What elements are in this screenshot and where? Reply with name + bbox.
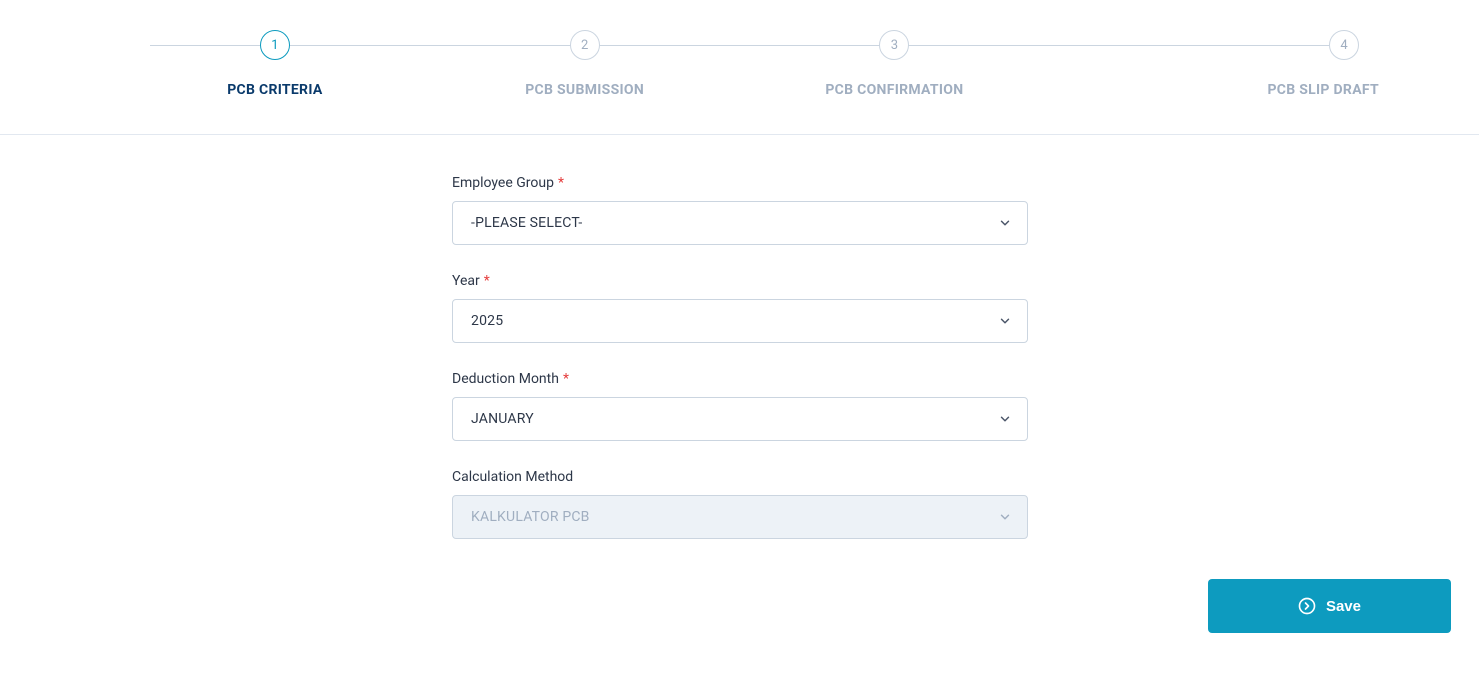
label-deduction-month: Deduction Month*	[452, 371, 1028, 387]
required-marker: *	[484, 273, 490, 289]
stepper: 1 PCB CRITERIA 2 PCB SUBMISSION 3 PCB CO…	[0, 0, 1479, 134]
step-label: PCB CRITERIA	[227, 82, 322, 98]
step-number: 1	[260, 30, 290, 60]
label-text: Calculation Method	[452, 469, 573, 485]
year-select[interactable]: 2025	[452, 299, 1028, 343]
field-year: Year* 2025	[452, 273, 1028, 343]
step-pcb-submission[interactable]: 2 PCB SUBMISSION	[430, 30, 740, 98]
step-number: 3	[879, 30, 909, 60]
action-row: Save	[0, 579, 1479, 633]
step-number: 2	[570, 30, 600, 60]
label-calculation-method: Calculation Method	[452, 469, 1028, 485]
required-marker: *	[563, 371, 569, 387]
field-employee-group: Employee Group* -PLEASE SELECT-	[452, 175, 1028, 245]
required-marker: *	[558, 175, 564, 191]
step-label: PCB SLIP DRAFT	[1267, 82, 1379, 98]
calculation-method-select: KALKULATOR PCB	[452, 495, 1028, 539]
step-label: PCB SUBMISSION	[525, 82, 644, 98]
select-wrap: -PLEASE SELECT-	[452, 201, 1028, 245]
stepper-line	[150, 45, 1329, 46]
save-button-label: Save	[1326, 598, 1361, 615]
label-employee-group: Employee Group*	[452, 175, 1028, 191]
field-calculation-method: Calculation Method KALKULATOR PCB	[452, 469, 1028, 539]
label-text: Year	[452, 273, 480, 289]
label-text: Deduction Month	[452, 371, 559, 387]
circle-arrow-right-icon	[1298, 597, 1316, 615]
select-wrap: JANUARY	[452, 397, 1028, 441]
step-pcb-criteria[interactable]: 1 PCB CRITERIA	[120, 30, 430, 98]
form-area: Employee Group* -PLEASE SELECT- Year* 20…	[452, 175, 1028, 539]
label-year: Year*	[452, 273, 1028, 289]
step-pcb-slip-draft[interactable]: 4 PCB SLIP DRAFT	[1049, 30, 1359, 98]
form-panel: Employee Group* -PLEASE SELECT- Year* 20…	[0, 134, 1479, 673]
step-label: PCB CONFIRMATION	[825, 82, 963, 98]
select-wrap: 2025	[452, 299, 1028, 343]
label-text: Employee Group	[452, 175, 554, 191]
select-wrap: KALKULATOR PCB	[452, 495, 1028, 539]
deduction-month-select[interactable]: JANUARY	[452, 397, 1028, 441]
employee-group-select[interactable]: -PLEASE SELECT-	[452, 201, 1028, 245]
field-deduction-month: Deduction Month* JANUARY	[452, 371, 1028, 441]
step-pcb-confirmation[interactable]: 3 PCB CONFIRMATION	[740, 30, 1050, 98]
save-button[interactable]: Save	[1208, 579, 1451, 633]
step-number: 4	[1329, 30, 1359, 60]
